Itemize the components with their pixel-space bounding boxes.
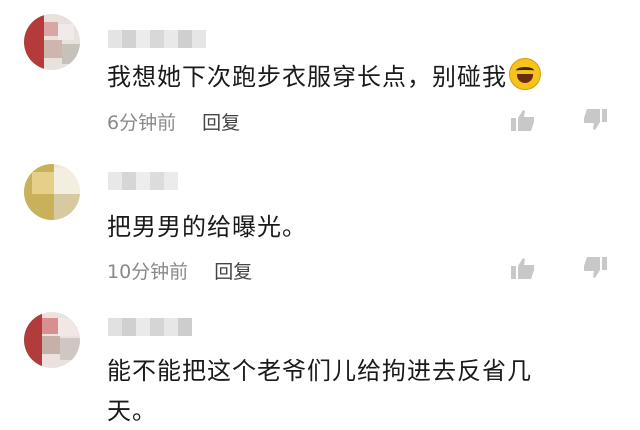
thumbs-up-icon[interactable] <box>510 108 536 132</box>
thumbs-up-icon[interactable] <box>510 256 536 280</box>
comment-item: 能不能把这个老爷们儿给拘进去反省几 天。 <box>0 300 640 430</box>
thumbs-down-icon[interactable] <box>582 108 608 132</box>
username-pixelated[interactable] <box>108 318 192 336</box>
comment-text: 把男男的给曝光。 <box>107 213 307 241</box>
comment-time: 6分钟前 <box>107 112 177 134</box>
username-pixelated[interactable] <box>108 30 206 48</box>
comment-text: 我想她下次跑步衣服穿长点，别碰我 <box>107 58 541 94</box>
avatar[interactable] <box>24 14 80 70</box>
username-pixelated[interactable] <box>108 172 178 190</box>
comment-item: 我想她下次跑步衣服穿长点，别碰我 6分钟前 回复 <box>0 0 640 150</box>
reply-button[interactable]: 回复 <box>202 108 240 135</box>
avatar[interactable] <box>24 312 80 368</box>
comment-item: 把男男的给曝光。 10分钟前 回复 <box>0 150 640 300</box>
avatar[interactable] <box>24 164 80 220</box>
comment-time: 10分钟前 <box>107 261 189 283</box>
rolling-laughing-emoji-icon <box>509 58 541 90</box>
comment-text: 能不能把这个老爷们儿给拘进去反省几 天。 <box>107 357 532 425</box>
thumbs-down-icon[interactable] <box>582 256 608 280</box>
reply-button[interactable]: 回复 <box>214 257 252 284</box>
